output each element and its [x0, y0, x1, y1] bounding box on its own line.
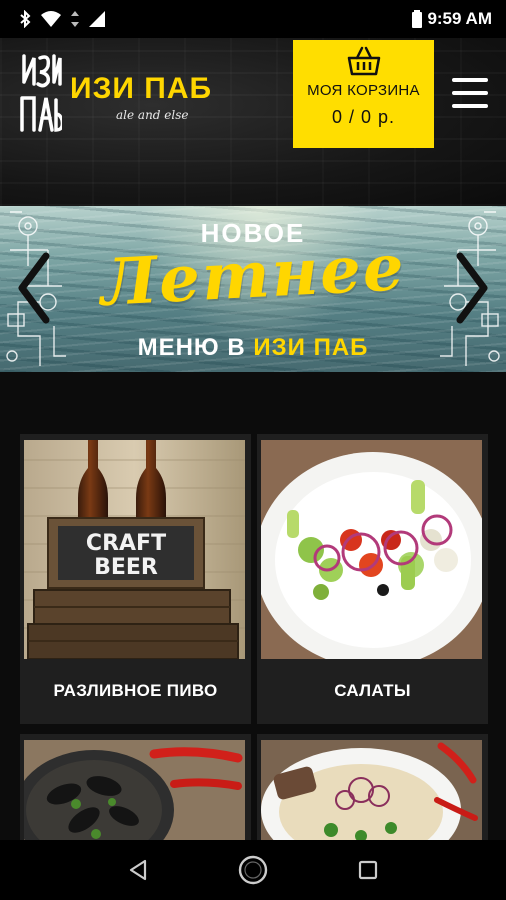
banner-subline-prefix: МЕНЮ В	[137, 334, 246, 361]
category-card-draft-beer[interactable]: CRAFT BEER РАЗЛИВНОЕ ПИВО	[20, 434, 251, 724]
signal-icon	[89, 11, 105, 27]
category-photo-salad	[261, 440, 482, 659]
category-photo-soup	[261, 740, 482, 850]
mussels-illustration	[24, 740, 245, 850]
status-bar: 9:59 AM	[0, 0, 506, 38]
chevron-right-icon[interactable]	[452, 252, 492, 324]
battery-icon	[412, 10, 423, 28]
hamburger-menu-icon[interactable]	[452, 78, 488, 108]
soup-bowl-illustration	[261, 740, 482, 850]
cart-label: МОЯ КОРЗИНА	[307, 82, 420, 99]
logo-mark-icon[interactable]	[18, 52, 62, 138]
bluetooth-icon	[20, 10, 31, 28]
category-card-soups[interactable]	[257, 734, 488, 854]
menu-line	[452, 78, 488, 82]
app-screen: 9:59 AM ИЗИ ПАБ ale and else МОЯ КОРЗИНА…	[0, 0, 506, 900]
category-photo-beer: CRAFT BEER	[24, 440, 245, 659]
banner-brand-a: ИЗИ	[253, 334, 306, 361]
crate-sign-line1: CRAFT	[86, 531, 166, 556]
salad-plate-illustration	[261, 440, 482, 659]
basket-icon	[347, 46, 380, 76]
status-time: 9:59 AM	[427, 9, 492, 28]
category-photo-mussels	[24, 740, 245, 850]
recents-square-icon[interactable]	[348, 850, 388, 890]
wifi-icon	[41, 11, 61, 27]
logo-subtitle: ale and else	[116, 108, 189, 122]
status-right: 9:59 AM	[411, 9, 492, 29]
menu-line	[452, 104, 488, 108]
crate-sign-line2: BEER	[94, 555, 158, 580]
cart-button[interactable]: МОЯ КОРЗИНА 0 / 0 р.	[293, 40, 434, 148]
banner-subline: МЕНЮ В ИЗИ ПАБ	[0, 334, 506, 362]
logo[interactable]: ИЗИ ПАБ ale and else	[70, 72, 212, 122]
banner-brand-b: ПАБ	[313, 334, 369, 361]
app-header: ИЗИ ПАБ ale and else МОЯ КОРЗИНА 0 / 0 р…	[0, 38, 506, 206]
menu-line	[452, 91, 488, 95]
status-left-icons	[18, 10, 106, 28]
category-card-seafood[interactable]	[20, 734, 251, 854]
category-title: САЛАТЫ	[334, 681, 411, 700]
system-nav-bar	[0, 840, 506, 900]
back-triangle-icon[interactable]	[118, 850, 158, 890]
logo-title: ИЗИ ПАБ	[70, 72, 213, 105]
beer-crate-illustration: CRAFT BEER	[24, 440, 245, 659]
chevron-left-icon[interactable]	[14, 252, 54, 324]
category-title: РАЗЛИВНОЕ ПИВО	[53, 681, 218, 700]
home-circle-icon[interactable]	[233, 850, 273, 890]
cart-total: 0 / 0 р.	[331, 107, 396, 127]
promo-banner[interactable]: НОВОЕ Летнее МЕНЮ В ИЗИ ПАБ	[0, 206, 506, 372]
data-arrows-icon	[71, 11, 79, 27]
category-card-salads[interactable]: САЛАТЫ	[257, 434, 488, 724]
